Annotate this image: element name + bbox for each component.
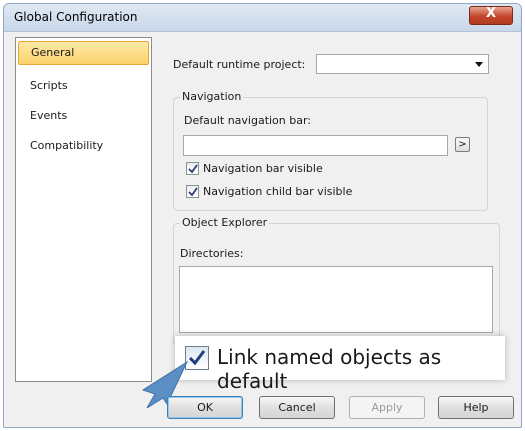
- runtime-project-select[interactable]: [316, 54, 489, 74]
- object-explorer-group-label: Object Explorer: [180, 216, 270, 229]
- nav-child-bar-visible-label: Navigation child bar visible: [203, 185, 353, 198]
- window-title: Global Configuration: [14, 10, 138, 24]
- sidebar-item-general[interactable]: General: [18, 41, 149, 65]
- default-nav-bar-input[interactable]: [183, 135, 448, 156]
- directories-label: Directories:: [180, 247, 244, 260]
- close-button[interactable]: X: [469, 6, 513, 25]
- sidebar-item-compatibility[interactable]: Compatibility: [18, 134, 149, 158]
- nav-bar-visible-label: Navigation bar visible: [203, 162, 323, 175]
- navigation-group-label: Navigation: [180, 90, 244, 103]
- runtime-project-label: Default runtime project:: [173, 58, 306, 71]
- nav-child-bar-visible-checkbox[interactable]: [186, 185, 199, 198]
- ok-button[interactable]: OK: [167, 396, 243, 419]
- category-list: General Scripts Events Compatibility: [15, 37, 152, 382]
- chevron-down-icon: [475, 62, 483, 67]
- cancel-button[interactable]: Cancel: [259, 396, 335, 419]
- default-nav-bar-label: Default navigation bar:: [184, 114, 312, 127]
- link-named-objects-label: Link named objects as default: [217, 345, 442, 393]
- check-icon: [188, 350, 206, 366]
- apply-button[interactable]: Apply: [349, 396, 425, 419]
- check-icon: [188, 164, 198, 174]
- help-button[interactable]: Help: [438, 396, 514, 419]
- sidebar-item-events[interactable]: Events: [18, 104, 149, 128]
- sidebar-item-scripts[interactable]: Scripts: [18, 74, 149, 98]
- check-icon: [188, 187, 198, 197]
- title-bar[interactable]: Global Configuration X: [4, 4, 521, 32]
- directories-list[interactable]: [179, 266, 493, 333]
- browse-nav-bar-button[interactable]: >: [455, 137, 470, 152]
- zoomed-checkbox-callout: Link named objects as default: [175, 336, 505, 393]
- nav-bar-visible-checkbox[interactable]: [186, 162, 199, 175]
- close-icon: X: [485, 6, 497, 21]
